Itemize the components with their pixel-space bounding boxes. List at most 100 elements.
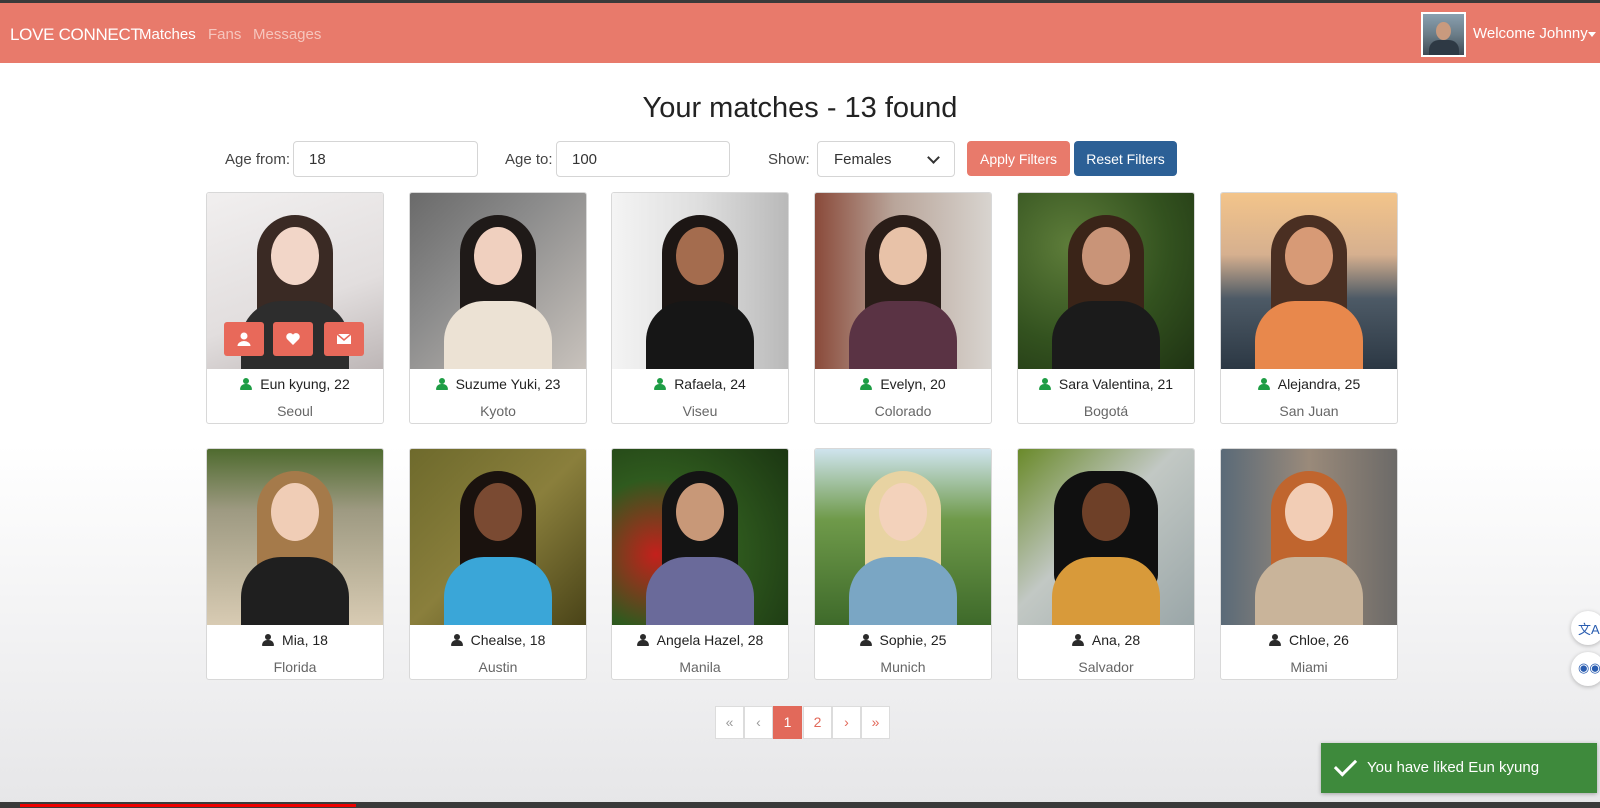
page-title: Your matches - 13 found — [642, 92, 958, 124]
user-avatar[interactable] — [1421, 12, 1466, 57]
match-city: San Juan — [1279, 403, 1339, 419]
reset-filters-button[interactable]: Reset Filters — [1074, 141, 1177, 176]
photo-face — [1082, 227, 1130, 285]
last-page-button[interactable]: » — [861, 706, 890, 739]
video-progress-bar[interactable] — [0, 802, 1600, 808]
match-card[interactable]: Eun kyung, 22 Seoul — [206, 192, 384, 424]
profile-photo[interactable] — [410, 449, 586, 625]
gender-select-value: Females — [834, 151, 892, 168]
user-icon — [1257, 378, 1270, 390]
toast-message: You have liked Eun kyung — [1367, 759, 1540, 776]
photo-body — [646, 557, 754, 625]
profile-photo[interactable] — [1018, 449, 1194, 625]
match-name-age: Sara Valentina, 21 — [1018, 376, 1194, 392]
name-age-text: Evelyn, 20 — [880, 376, 946, 392]
user-icon — [654, 378, 667, 390]
prev-page-button[interactable]: ‹ — [744, 706, 773, 739]
page-2-button[interactable]: 2 — [803, 706, 832, 739]
match-card[interactable]: Mia, 18 Florida — [206, 448, 384, 680]
match-city: Colorado — [874, 403, 932, 419]
photo-body — [1255, 301, 1363, 369]
photo-face — [474, 227, 522, 285]
match-card[interactable]: Suzume Yuki, 23 Kyoto — [409, 192, 587, 424]
age-to-label: Age to: — [505, 151, 553, 168]
name-age-text: Alejandra, 25 — [1277, 376, 1361, 392]
user-icon — [237, 332, 251, 346]
match-card[interactable]: Chloe, 26 Miami — [1220, 448, 1398, 680]
match-city: Bogotá — [1083, 403, 1129, 419]
match-name-age: Suzume Yuki, 23 — [410, 376, 586, 392]
name-age-text: Mia, 18 — [282, 632, 328, 648]
avatar-shirt — [1429, 40, 1459, 55]
photo-face — [271, 483, 319, 541]
like-toast: You have liked Eun kyung — [1321, 743, 1597, 793]
nav-link-matches[interactable]: Matches — [139, 26, 196, 43]
profile-photo[interactable] — [612, 193, 788, 369]
user-icon — [450, 634, 463, 646]
nav-link-fans[interactable]: Fans — [208, 26, 241, 43]
match-name-age: Alejandra, 25 — [1221, 376, 1397, 392]
profile-photo[interactable] — [1018, 193, 1194, 369]
match-city: Viseu — [682, 403, 718, 419]
profile-photo[interactable] — [815, 193, 991, 369]
heart-icon — [286, 333, 300, 345]
profile-photo[interactable] — [815, 449, 991, 625]
first-page-button[interactable]: « — [715, 706, 744, 739]
profile-photo[interactable] — [1221, 193, 1397, 369]
like-button[interactable] — [273, 322, 313, 356]
match-card[interactable]: Angela Hazel, 28 Manila — [611, 448, 789, 680]
photo-face — [879, 227, 927, 285]
video-progress-fill — [20, 804, 356, 807]
profile-photo[interactable] — [207, 449, 383, 625]
send-message-button[interactable] — [324, 322, 364, 356]
user-icon — [860, 378, 873, 390]
match-city: Florida — [273, 659, 317, 675]
match-name-age: Ana, 28 — [1018, 632, 1194, 648]
photo-body — [444, 301, 552, 369]
photo-body — [1052, 557, 1160, 625]
user-icon — [636, 634, 649, 646]
name-age-text: Sara Valentina, 21 — [1058, 376, 1174, 392]
nav-link-messages[interactable]: Messages — [253, 26, 321, 43]
apply-filters-button[interactable]: Apply Filters — [967, 141, 1070, 176]
page-1-button[interactable]: 1 — [773, 706, 802, 739]
age-from-input[interactable] — [293, 141, 478, 177]
profile-photo[interactable] — [612, 449, 788, 625]
user-menu-toggle[interactable]: Welcome Johnny — [1473, 25, 1588, 42]
profile-photo[interactable] — [1221, 449, 1397, 625]
match-card[interactable]: Chealse, 18 Austin — [409, 448, 587, 680]
photo-face — [676, 483, 724, 541]
avatar-face — [1436, 22, 1451, 40]
match-card[interactable]: Sara Valentina, 21 Bogotá — [1017, 192, 1195, 424]
age-to-input[interactable] — [556, 141, 730, 177]
translate-button[interactable]: 文A — [1571, 611, 1600, 645]
brand-logo[interactable]: LOVE CONNECT — [10, 25, 141, 45]
match-card[interactable]: Ana, 28 Salvador — [1017, 448, 1195, 680]
user-icon — [240, 378, 253, 390]
profile-photo[interactable] — [410, 193, 586, 369]
next-page-button[interactable]: › — [832, 706, 861, 739]
user-icon — [262, 634, 275, 646]
assistant-button[interactable]: ◉◉ — [1571, 652, 1600, 686]
envelope-icon — [336, 333, 352, 344]
caret-down-icon[interactable] — [1588, 32, 1596, 37]
user-icon — [435, 378, 448, 390]
view-profile-button[interactable] — [224, 322, 264, 356]
photo-face — [271, 227, 319, 285]
name-age-text: Eun kyung, 22 — [260, 376, 350, 392]
photo-body — [1255, 557, 1363, 625]
user-icon — [1071, 634, 1084, 646]
gender-select[interactable]: Females — [817, 141, 955, 177]
match-card[interactable]: Alejandra, 25 San Juan — [1220, 192, 1398, 424]
match-city: Salvador — [1078, 659, 1134, 675]
match-card[interactable]: Sophie, 25 Munich — [814, 448, 992, 680]
show-label: Show: — [768, 151, 810, 168]
name-age-text: Chealse, 18 — [470, 632, 546, 648]
photo-face — [474, 483, 522, 541]
user-icon — [1038, 378, 1051, 390]
match-name-age: Chealse, 18 — [410, 632, 586, 648]
match-city: Munich — [880, 659, 926, 675]
match-name-age: Chloe, 26 — [1221, 632, 1397, 648]
match-card[interactable]: Rafaela, 24 Viseu — [611, 192, 789, 424]
match-card[interactable]: Evelyn, 20 Colorado — [814, 192, 992, 424]
